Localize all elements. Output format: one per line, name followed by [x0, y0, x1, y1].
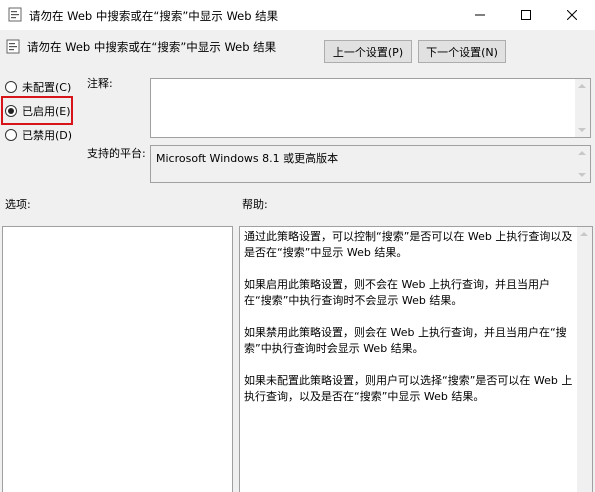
platform-scrollbar[interactable] — [575, 146, 590, 182]
help-panel[interactable]: 通过此策略设置，可以控制“搜索”是否可以在 Web 上执行查询以及是否在“搜索”… — [239, 226, 593, 492]
maximize-button[interactable] — [503, 0, 549, 30]
radio-circle — [5, 129, 17, 141]
enabled-highlight-box — [1, 96, 73, 125]
platform-label: 支持的平台: — [87, 147, 146, 160]
title-bar: 请勿在 Web 中搜索或在“搜索”中显示 Web 结果 — [0, 0, 595, 30]
radio-label: 已禁用(D) — [22, 129, 73, 142]
help-text: 通过此策略设置，可以控制“搜索”是否可以在 Web 上执行查询以及是否在“搜索”… — [244, 229, 573, 405]
radio-not-configured[interactable]: 未配置(C) — [5, 79, 71, 95]
minimize-button[interactable] — [457, 0, 503, 30]
comment-scrollbar[interactable] — [575, 79, 590, 137]
close-button[interactable] — [549, 0, 595, 30]
comment-textarea[interactable] — [150, 78, 591, 138]
help-paragraph: 如果未配置此策略设置，则用户可以选择“搜索”是否可以在 Web 上执行查询，以及… — [244, 374, 573, 403]
options-panel[interactable] — [2, 226, 233, 492]
policy-icon — [8, 7, 22, 25]
minimize-icon — [475, 10, 485, 20]
radio-disabled[interactable]: 已禁用(D) — [5, 127, 72, 143]
scroll-down-icon[interactable] — [578, 128, 586, 132]
scroll-up-icon[interactable] — [578, 151, 586, 155]
help-label: 帮助: — [242, 198, 268, 211]
help-scrollbar[interactable] — [577, 227, 592, 492]
maximize-icon — [521, 10, 531, 20]
help-paragraph: 如果启用此策略设置，则不会在 Web 上执行查询，并且当用户在“搜索”中执行查询… — [244, 278, 550, 307]
radio-circle — [5, 81, 17, 93]
platform-value: Microsoft Windows 8.1 或更高版本 — [156, 152, 339, 165]
close-icon — [567, 10, 577, 20]
help-paragraph: 通过此策略设置，可以控制“搜索”是否可以在 Web 上执行查询以及是否在“搜索”… — [244, 230, 573, 259]
policy-setting-icon — [6, 39, 20, 57]
window-title: 请勿在 Web 中搜索或在“搜索”中显示 Web 结果 — [29, 9, 279, 23]
options-label: 选项: — [5, 198, 31, 211]
platform-field: Microsoft Windows 8.1 或更高版本 — [150, 145, 591, 183]
scroll-down-icon[interactable] — [578, 173, 586, 177]
scroll-up-icon[interactable] — [580, 232, 588, 236]
help-paragraph: 如果禁用此策略设置，则会在 Web 上执行查询，并且当用户在“搜索”中执行查询时… — [244, 326, 567, 355]
next-setting-button[interactable]: 下一个设置(N) — [418, 40, 506, 63]
scroll-up-icon[interactable] — [578, 84, 586, 88]
comment-label: 注释: — [87, 77, 113, 90]
previous-setting-button[interactable]: 上一个设置(P) — [324, 40, 412, 63]
radio-label: 未配置(C) — [22, 81, 72, 94]
policy-title: 请勿在 Web 中搜索或在“搜索”中显示 Web 结果 — [27, 40, 277, 54]
